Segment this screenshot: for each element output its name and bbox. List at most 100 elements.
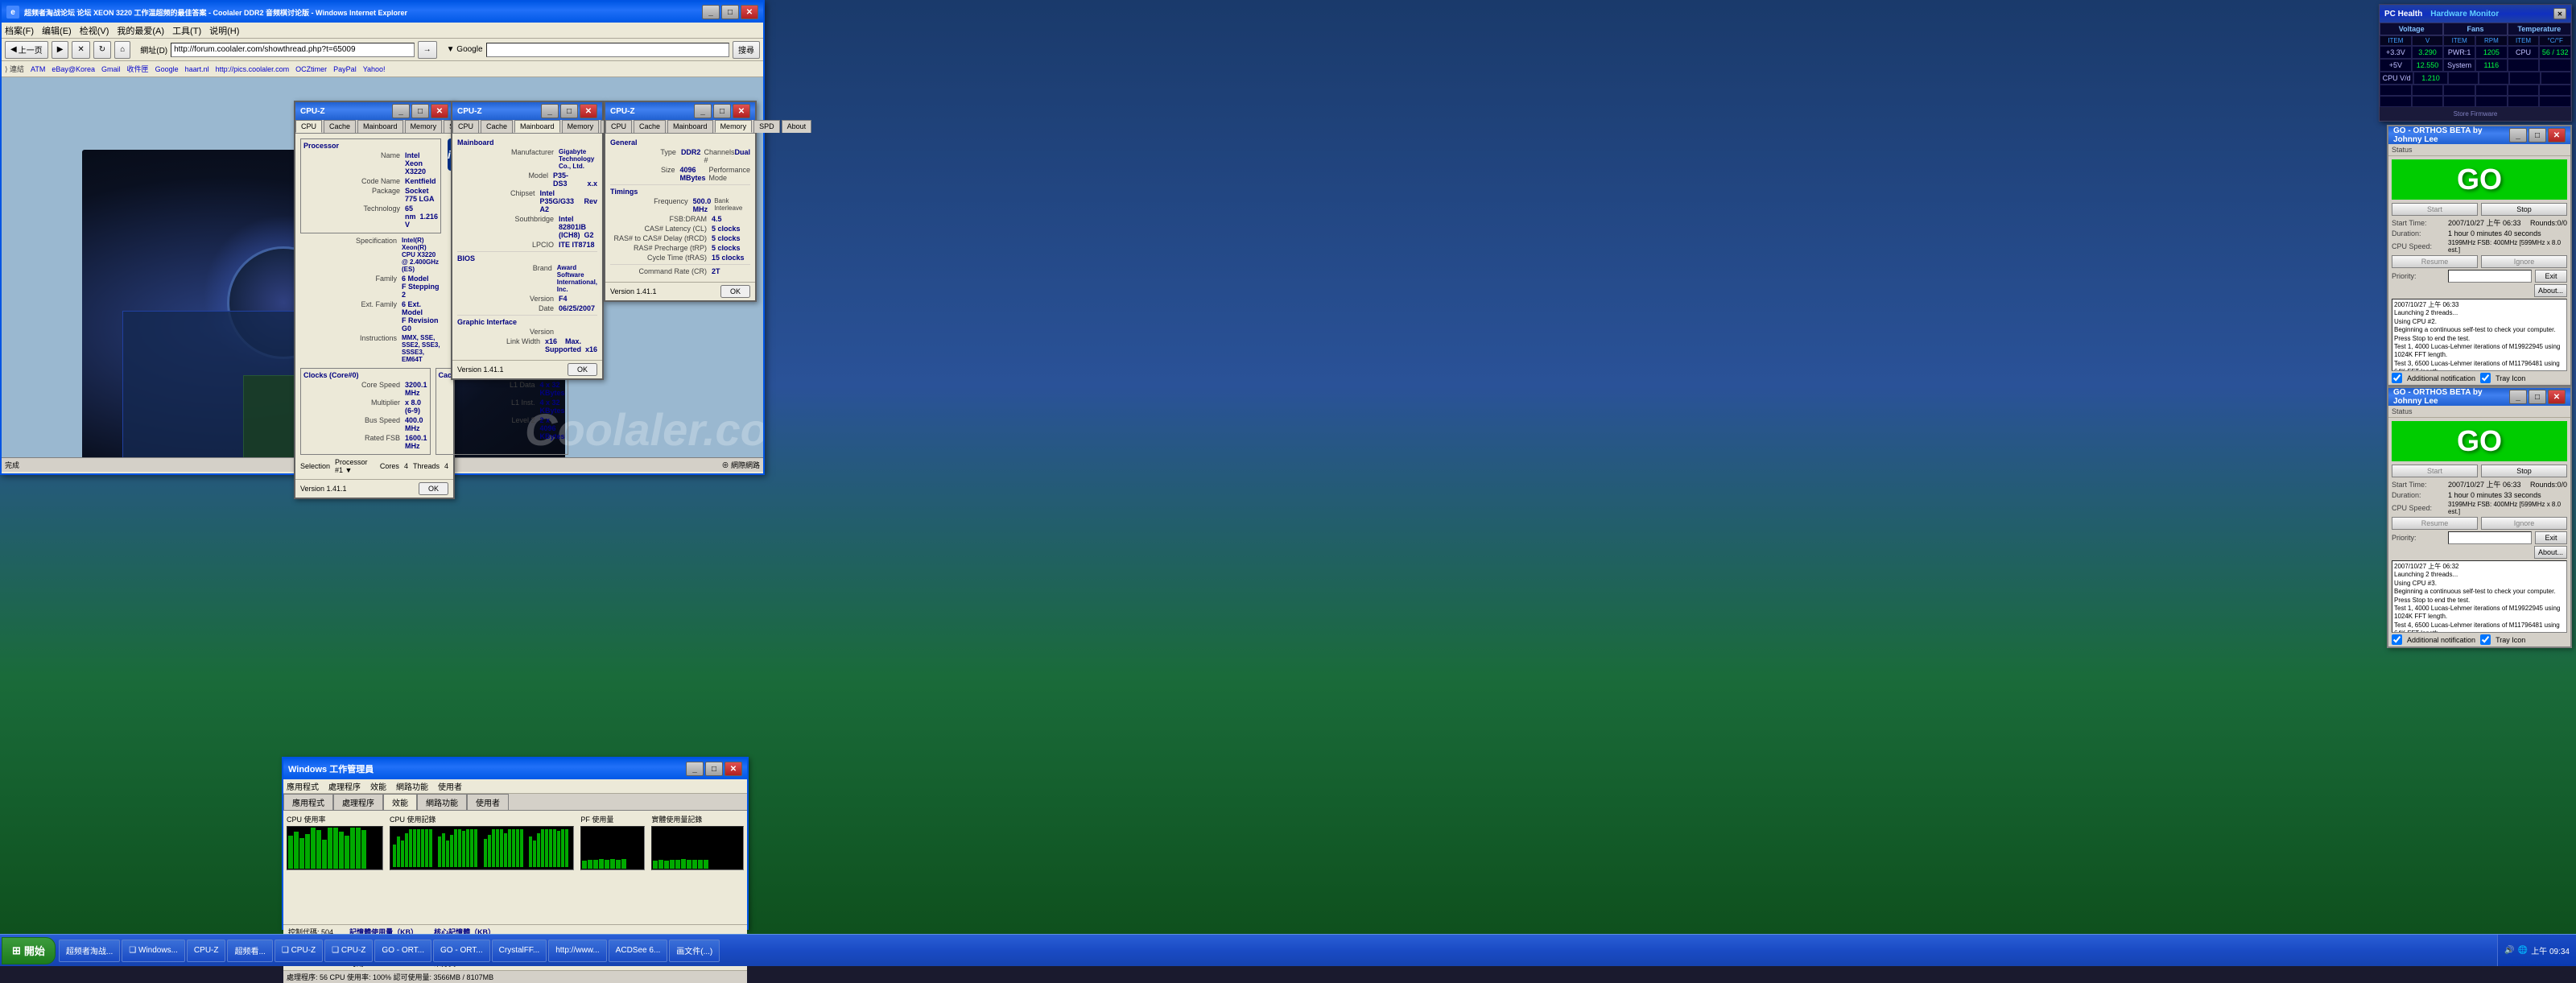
taskbar-item-4[interactable]: ❑ CPU-Z [275,940,323,962]
ie-address-input[interactable] [171,43,414,57]
ie-menu-help[interactable]: 说明(H) [209,24,239,37]
orthos2-priority-input[interactable] [2448,531,2532,544]
ie-link-paypal[interactable]: PayPal [333,65,357,73]
cpuz2-tab-cache[interactable]: Cache [481,120,513,133]
cpuz1-tab-mainboard[interactable]: Mainboard [357,120,403,133]
taskman-close[interactable]: ✕ [724,762,742,776]
taskman-menu-3[interactable]: 網路功能 [396,780,428,792]
orthos1-addl-notif-check[interactable] [2392,373,2402,383]
ie-link-pcs[interactable]: http://pics.coolaler.com [216,65,290,73]
ie-menu-view[interactable]: 检视(V) [80,24,109,37]
cpuz3-ok-btn[interactable]: OK [720,285,750,298]
orthos1-resume-btn[interactable]: Resume [2392,255,2478,268]
taskman-menu-4[interactable]: 使用者 [438,780,462,792]
cpuz3-max[interactable]: □ [713,104,731,118]
orthos1-stop-btn[interactable]: Stop [2481,203,2567,216]
ie-link-atm[interactable]: ATM [31,65,45,73]
cpuz3-min[interactable]: _ [694,104,712,118]
cpuz3-tab-mainboard[interactable]: Mainboard [667,120,713,133]
ie-menu-edit[interactable]: 编辑(E) [42,24,72,37]
taskman-tab-0[interactable]: 應用程式 [283,794,333,810]
taskbar-item-9[interactable]: http://www... [548,940,606,962]
orthos2-close[interactable]: ✕ [2548,390,2566,404]
orthos2-exit-btn[interactable]: Exit [2535,531,2567,544]
taskman-tab-1[interactable]: 處理程序 [333,794,383,810]
cpuz2-ok-btn[interactable]: OK [568,363,597,376]
ie-link-ebay[interactable]: eBay@Korea [52,65,95,73]
ie-go[interactable]: → [418,41,437,59]
cpuz3-close[interactable]: ✕ [733,104,750,118]
taskbar-item-0[interactable]: 超频者淘战... [59,940,120,962]
cpuz2-tab-cpu[interactable]: CPU [452,120,479,133]
cpuz2-tab-mainboard[interactable]: Mainboard [514,120,560,133]
ie-link-google[interactable]: Google [155,65,179,73]
orthos1-close[interactable]: ✕ [2548,128,2566,142]
ie-maximize[interactable]: □ [721,5,739,19]
start-button[interactable]: ⊞ 開始 [2,937,56,964]
cpuz1-tab-memory[interactable]: Memory [405,120,443,133]
ie-back[interactable]: ◀ 上一页 [5,41,48,59]
ie-link-ocz[interactable]: OCZtimer [295,65,327,73]
ie-search-input[interactable] [486,43,729,57]
ie-stop[interactable]: ✕ [72,41,89,59]
ie-close[interactable]: ✕ [741,5,758,19]
cpuz3-tab-about[interactable]: About [782,120,812,133]
cpuz3-tab-cpu[interactable]: CPU [605,120,632,133]
taskbar-item-5[interactable]: ❑ CPU-Z [324,940,373,962]
ie-menu-favorites[interactable]: 我的最爱(A) [117,24,164,37]
ie-minimize[interactable]: _ [702,5,720,19]
orthos1-about-btn[interactable]: About... [2534,284,2567,297]
orthos1-start-btn[interactable]: Start [2392,203,2478,216]
taskman-tab-4[interactable]: 使用者 [467,794,509,810]
orthos2-resume-btn[interactable]: Resume [2392,517,2478,530]
cpuz3-tab-cache[interactable]: Cache [634,120,666,133]
ie-menu-file[interactable]: 档案(F) [5,24,34,37]
hwmon-close[interactable]: ✕ [2553,8,2566,19]
taskbar-item-7[interactable]: GO - ORT... [433,940,490,962]
taskbar-item-11[interactable]: 画文件(...) [669,940,720,962]
orthos1-priority-input[interactable] [2448,270,2532,283]
ie-link-haart[interactable]: haart.nl [185,65,209,73]
taskbar-item-1[interactable]: ❑ Windows... [122,940,185,962]
taskman-menu-2[interactable]: 效能 [370,780,386,792]
ie-link-gmail[interactable]: Gmail [101,65,121,73]
orthos2-start-btn[interactable]: Start [2392,465,2478,477]
ie-link-yahoo[interactable]: Yahoo! [363,65,386,73]
orthos2-stop-btn[interactable]: Stop [2481,465,2567,477]
orthos1-ignore-btn[interactable]: Ignore [2481,255,2567,268]
cpuz3-tab-spd[interactable]: SPD [753,120,780,133]
cpuz2-close[interactable]: ✕ [580,104,597,118]
orthos1-max[interactable]: □ [2529,128,2546,142]
ie-search-btn[interactable]: 搜尋 [733,41,760,59]
orthos1-exit-btn[interactable]: Exit [2535,270,2567,283]
cpuz2-max[interactable]: □ [560,104,578,118]
taskbar-item-2[interactable]: CPU-Z [187,940,226,962]
cpuz1-min[interactable]: _ [392,104,410,118]
ie-link-inbox[interactable]: 收件匣 [127,64,149,74]
orthos2-ignore-btn[interactable]: Ignore [2481,517,2567,530]
cpuz1-tab-cpu[interactable]: CPU [295,120,322,133]
taskbar-item-6[interactable]: GO - ORT... [374,940,431,962]
taskman-menu-1[interactable]: 處理程序 [328,780,361,792]
orthos1-min[interactable]: _ [2509,128,2527,142]
taskbar-item-3[interactable]: 超频看... [227,940,272,962]
cpuz1-max[interactable]: □ [411,104,429,118]
orthos2-min[interactable]: _ [2509,390,2527,404]
orthos2-max[interactable]: □ [2529,390,2546,404]
taskman-tab-2[interactable]: 效能 [383,794,417,810]
cpuz2-min[interactable]: _ [541,104,559,118]
orthos1-tray-icon-check[interactable] [2480,373,2491,383]
taskman-min[interactable]: _ [686,762,704,776]
taskman-menu-0[interactable]: 應用程式 [287,780,319,792]
taskman-max[interactable]: □ [705,762,723,776]
ie-home[interactable]: ⌂ [114,41,130,59]
cpuz1-close[interactable]: ✕ [431,104,448,118]
orthos2-tray-icon-check[interactable] [2480,634,2491,645]
ie-menu-tools[interactable]: 工具(T) [172,24,201,37]
ie-refresh[interactable]: ↻ [93,41,111,59]
ie-forward[interactable]: ▶ [52,41,69,59]
cpuz3-tab-memory[interactable]: Memory [715,120,753,133]
cpuz2-tab-memory[interactable]: Memory [562,120,600,133]
cpuz1-tab-cache[interactable]: Cache [324,120,356,133]
orthos2-about-btn[interactable]: About... [2534,546,2567,559]
